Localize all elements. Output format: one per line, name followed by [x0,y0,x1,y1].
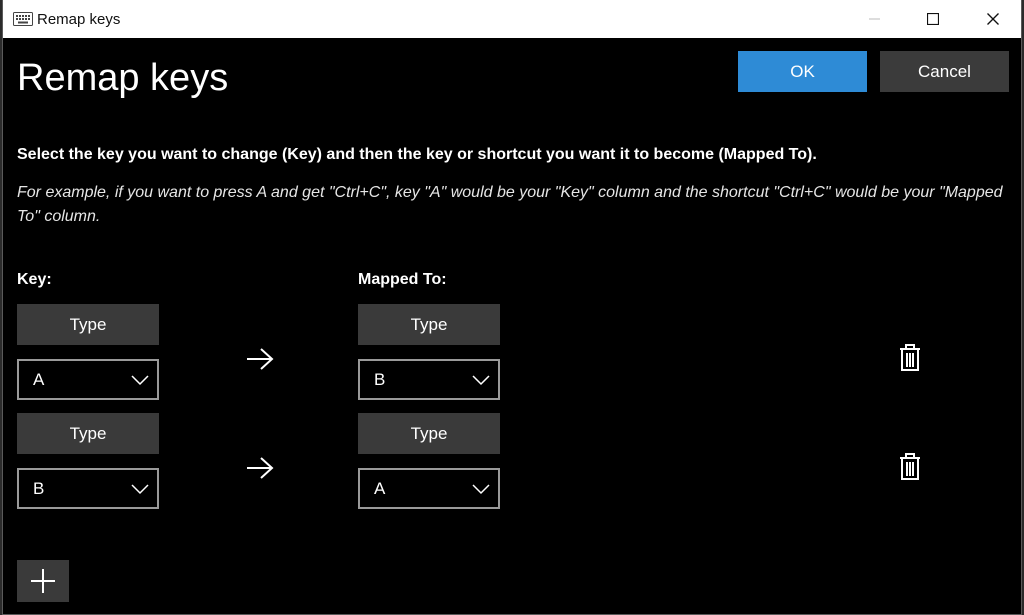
key-type-button[interactable]: Type [17,304,159,345]
mapped-type-button[interactable]: Type [358,413,500,454]
plus-icon [31,569,55,593]
cancel-button[interactable]: Cancel [880,51,1009,92]
window-title: Remap keys [37,11,121,28]
trash-icon[interactable] [899,453,921,481]
add-remap-button[interactable] [17,560,69,602]
arrow-right-icon [247,348,274,370]
chevron-down-icon [472,484,490,495]
arrow-right-icon [247,457,274,479]
key-dropdown-value: A [33,369,45,389]
chevron-down-icon [131,375,149,386]
key-dropdown[interactable]: B [17,468,159,509]
example-text: For example, if you want to press A and … [17,184,1003,225]
chevron-down-icon [131,484,149,495]
key-column-label: Key: [17,271,52,288]
close-icon [987,13,999,25]
instructions-text: Select the key you want to change (Key) … [17,146,817,163]
minimize-icon [869,18,880,20]
minimize-button[interactable] [845,0,905,38]
mapped-dropdown[interactable]: B [358,359,500,400]
remap-keys-window: Remap keys Remap keys OK Cancel Select t… [2,0,1022,615]
trash-icon[interactable] [899,344,921,372]
mapped-column-label: Mapped To: [358,271,447,288]
ok-button[interactable]: OK [738,51,867,92]
title-bar[interactable]: Remap keys [3,0,1021,38]
mapped-dropdown-value: A [374,478,386,498]
close-button[interactable] [963,0,1021,38]
key-dropdown[interactable]: A [17,359,159,400]
key-dropdown-value: B [33,478,45,498]
key-type-button[interactable]: Type [17,413,159,454]
mapped-dropdown[interactable]: A [358,468,500,509]
keyboard-icon [13,12,33,26]
mapped-type-button[interactable]: Type [358,304,500,345]
maximize-button[interactable] [903,0,963,38]
mapped-dropdown-value: B [374,369,386,389]
chevron-down-icon [472,375,490,386]
maximize-icon [927,13,939,25]
page-title: Remap keys [17,57,229,99]
